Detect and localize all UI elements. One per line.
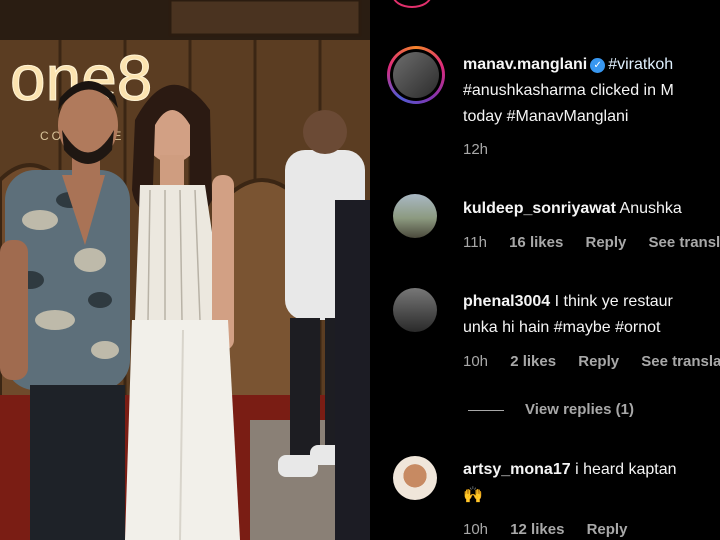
comment-2-text: I think ye restaur [554,293,673,310]
comment-1-line: kuldeep_sonriyawat Anushka [463,196,682,222]
caption-time: 12h [463,141,489,158]
author-story-ring[interactable] [387,46,445,104]
post-photo-scene: one8 COMMUNE [0,0,370,540]
previous-avatar-cut [392,0,432,8]
author-username[interactable]: manav.manglani [463,56,587,73]
comment-3-emoji: 🙌 [463,487,483,504]
comment-2-time: 10h [463,353,489,370]
comment-1-time: 11h [463,234,487,251]
comment-3-reply-button[interactable]: Reply [587,521,628,538]
comment-2-meta: 10h 2 likes Reply See translat [463,353,720,370]
author-avatar[interactable] [393,52,439,98]
post-photo[interactable]: one8 COMMUNE [0,0,370,540]
comment-3-line-1: artsy_mona17 i heard kaptan [463,457,676,483]
caption-tag-viratkoh[interactable]: #viratkoh [608,56,673,73]
caption-line-1: manav.manglani ✓ #viratkoh [463,52,673,78]
view-replies-divider [468,410,504,411]
comment-1-translate-button[interactable]: See transla [649,234,720,251]
comment-2-text-line-2: unka hi hain #maybe #ornot [463,319,661,336]
comment-2-avatar[interactable] [393,288,437,332]
comment-3-time: 10h [463,521,489,538]
comment-1-username[interactable]: kuldeep_sonriyawat [463,200,616,217]
caption-meta: 12h [463,141,506,158]
verified-badge-icon: ✓ [590,58,606,73]
comment-1-meta: 11h 16 likes Reply See transla [463,234,720,251]
comment-3-text: i heard kaptan [575,461,677,478]
comment-3-likes[interactable]: 12 likes [510,521,564,538]
comment-2-reply-button[interactable]: Reply [578,353,619,370]
comment-2-likes[interactable]: 2 likes [510,353,556,370]
comment-3-username[interactable]: artsy_mona17 [463,461,571,478]
caption-line-2: #anushkasharma clicked in M [463,82,674,99]
comment-3-meta: 10h 12 likes Reply [463,521,645,538]
comment-1-likes[interactable]: 16 likes [509,234,563,251]
view-replies-button[interactable]: View replies (1) [525,401,634,418]
comments-panel[interactable]: ​ manav.manglani✓#viratkoh #anushkasharm… [370,0,720,540]
comment-2-translate-button[interactable]: See translat [641,353,720,370]
caption-line-3: today #ManavManglani [463,108,629,125]
comment-1-reply-button[interactable]: Reply [585,234,626,251]
comment-1-avatar[interactable] [393,194,437,238]
comment-1-text: Anushka [619,200,682,217]
comment-2-username[interactable]: phenal3004 [463,293,550,310]
comment-2-line-1: phenal3004 I think ye restaur [463,289,673,315]
comment-3-avatar[interactable] [393,456,437,500]
